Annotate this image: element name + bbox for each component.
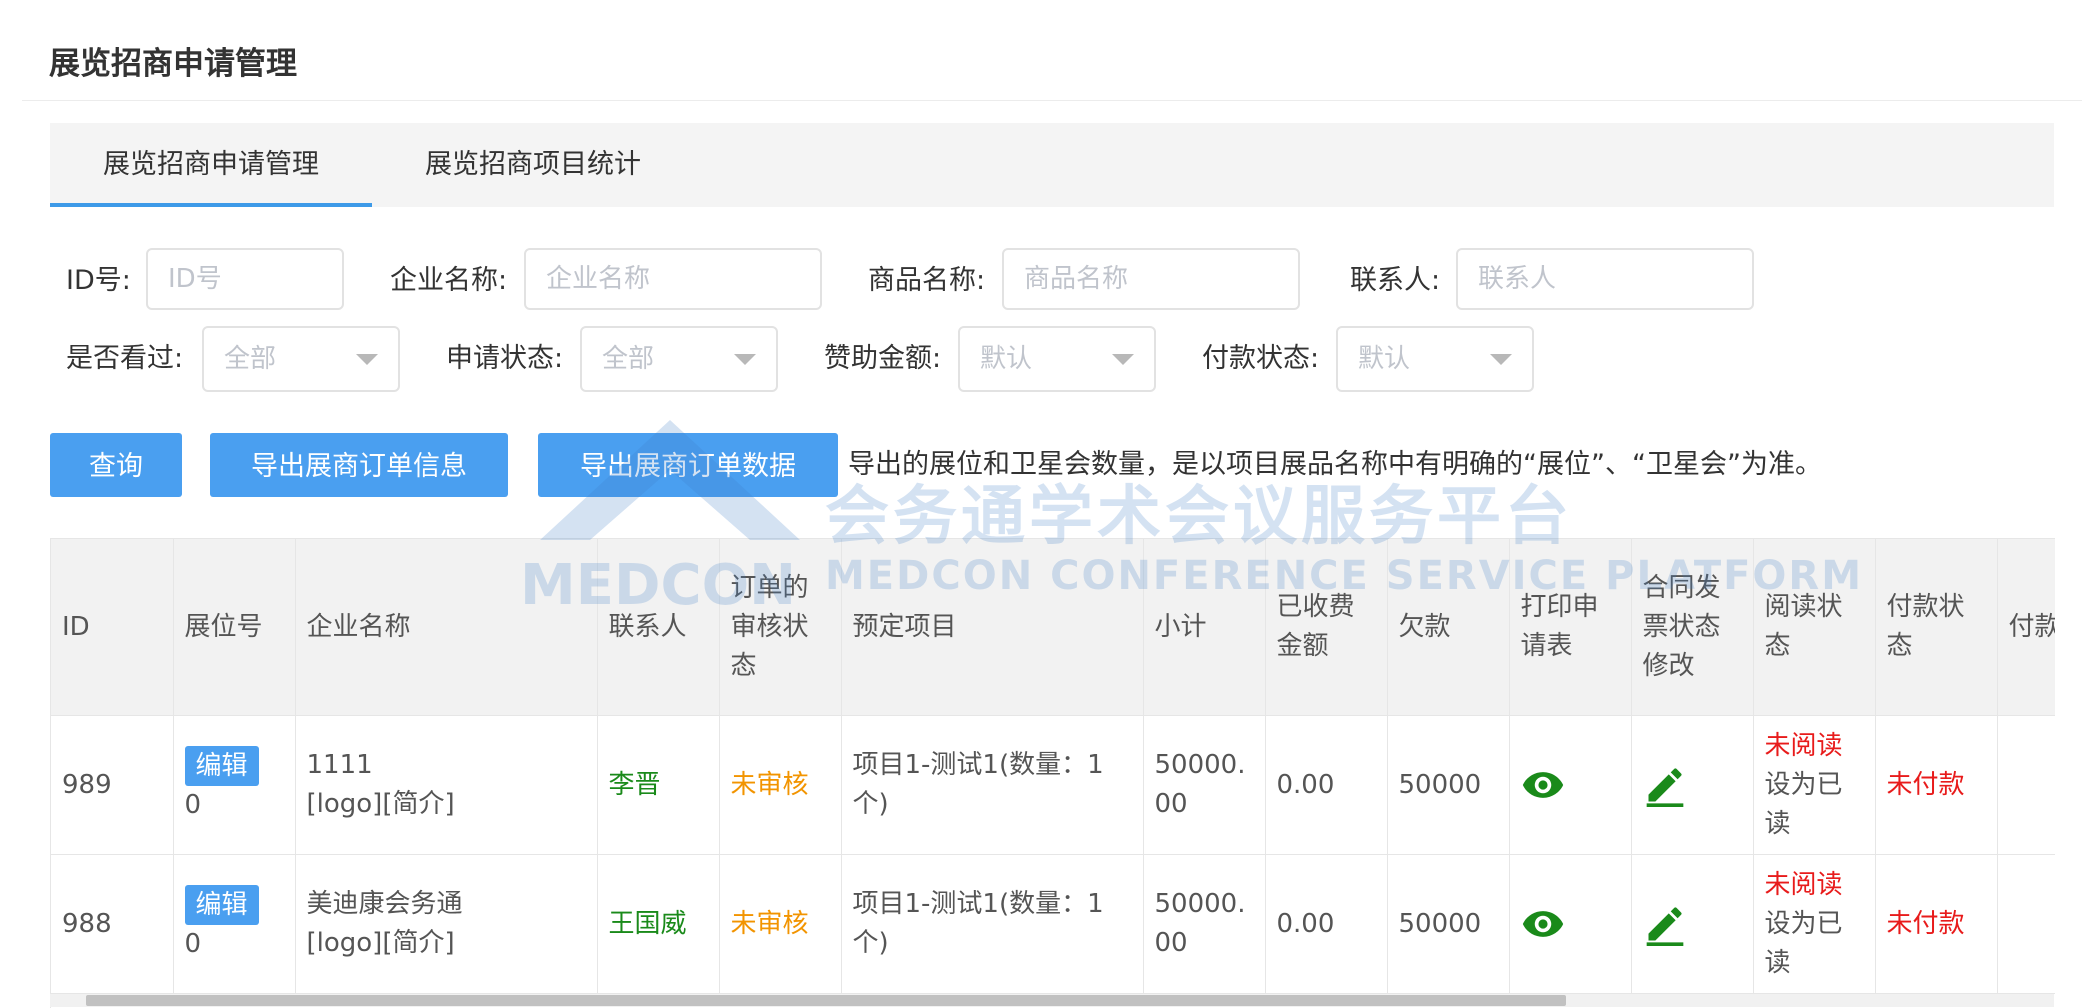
cell-contact: 李晋 <box>597 715 720 855</box>
chevron-down-icon <box>356 354 378 365</box>
edit-button[interactable]: 编辑 <box>184 884 259 925</box>
cell-contact: 王国威 <box>597 854 720 994</box>
eye-icon[interactable] <box>1521 902 1565 946</box>
edit-button[interactable]: 编辑 <box>184 745 259 786</box>
company-label: 企业名称: <box>390 265 508 296</box>
set-read-link[interactable]: 设为已读 <box>1765 909 1843 978</box>
cell-id: 989 <box>51 715 174 855</box>
col-header-paid: 已收费金额 <box>1265 539 1388 716</box>
cell-booth: 编辑 0 <box>173 715 296 855</box>
cell-pay-time <box>1997 854 2055 994</box>
company-links[interactable]: [logo][简介] <box>307 789 455 819</box>
pay-status-select[interactable]: 默认 <box>1336 326 1534 392</box>
cell-contract <box>1631 715 1754 855</box>
cell-company: 美迪康会务通 [logo][简介] <box>295 854 598 994</box>
export-order-data-button[interactable]: 导出展商订单数据 <box>538 433 838 497</box>
table-header-row: ID 展位号 企业名称 联系人 订单的审核状态 预定项目 小计 已收费金额 欠款… <box>51 539 2055 716</box>
applications-table: ID 展位号 企业名称 联系人 订单的审核状态 预定项目 小计 已收费金额 欠款… <box>50 538 2055 1008</box>
col-header-read-status: 阅读状态 <box>1753 539 1876 716</box>
read-status-text: 未阅读 <box>1764 869 1843 900</box>
page-header: 展览招商申请管理 <box>22 0 2082 101</box>
scrollbar-thumb[interactable] <box>86 995 1566 1006</box>
cell-pay-status: 未付款 <box>1875 854 1998 994</box>
cell-pay-status: 未付款 <box>1875 715 1998 855</box>
contact-input[interactable] <box>1456 248 1754 310</box>
chevron-down-icon <box>1112 354 1134 365</box>
export-order-info-button[interactable]: 导出展商订单信息 <box>210 433 508 497</box>
cell-read-status: 未阅读 设为已读 <box>1753 715 1876 855</box>
cell-subtotal: 50000.00 <box>1143 854 1266 994</box>
tab-bar: 展览招商申请管理 展览招商项目统计 <box>50 123 2054 207</box>
company-links[interactable]: [logo][简介] <box>307 928 455 958</box>
col-header-project: 预定项目 <box>841 539 1144 716</box>
cell-project: 项目1-测试1(数量：1个) <box>841 854 1144 994</box>
page-title: 展览招商申请管理 <box>49 46 297 82</box>
cell-company: 1111 [logo][简介] <box>295 715 598 855</box>
pay-status-select-value: 默认 <box>1358 344 1411 374</box>
company-input[interactable] <box>524 248 822 310</box>
cell-print <box>1509 715 1632 855</box>
col-header-contact: 联系人 <box>597 539 720 716</box>
cell-debt: 50000 <box>1387 854 1510 994</box>
cell-contract <box>1631 854 1754 994</box>
col-header-pay-status: 付款状态 <box>1875 539 1998 716</box>
set-read-link[interactable]: 设为已读 <box>1765 770 1843 839</box>
sponsor-amount-label: 赞助金额: <box>824 343 942 374</box>
company-name: 1111 <box>306 750 373 780</box>
chevron-down-icon <box>1490 354 1512 365</box>
id-input[interactable] <box>146 248 344 310</box>
apply-status-select[interactable]: 全部 <box>580 326 778 392</box>
id-label: ID号: <box>66 265 131 296</box>
booth-number: 0 <box>184 928 202 959</box>
cell-debt: 50000 <box>1387 715 1510 855</box>
col-header-contract: 合同发票状态修改 <box>1631 539 1754 716</box>
edit-pencil-icon[interactable] <box>1643 763 1687 807</box>
query-button[interactable]: 查询 <box>50 433 182 497</box>
sponsor-amount-select-value: 默认 <box>980 344 1033 374</box>
company-name: 美迪康会务通 <box>306 889 463 919</box>
col-header-company: 企业名称 <box>295 539 598 716</box>
col-header-print: 打印申请表 <box>1509 539 1632 716</box>
product-label: 商品名称: <box>868 265 986 296</box>
cell-audit-status: 未审核 <box>719 854 842 994</box>
cell-print <box>1509 854 1632 994</box>
cell-audit-status: 未审核 <box>719 715 842 855</box>
read-status-text: 未阅读 <box>1764 730 1843 761</box>
edit-pencil-icon[interactable] <box>1643 902 1687 946</box>
pay-status-label: 付款状态: <box>1202 343 1320 374</box>
cell-read-status: 未阅读 设为已读 <box>1753 854 1876 994</box>
cell-pay-time <box>1997 715 2055 855</box>
sponsor-amount-select[interactable]: 默认 <box>958 326 1156 392</box>
col-header-debt: 欠款 <box>1387 539 1510 716</box>
table-row: 988 编辑 0 美迪康会务通 [logo][简介] 王国威 未审核 项目1-测… <box>51 854 2055 994</box>
col-header-booth: 展位号 <box>173 539 296 716</box>
chevron-down-icon <box>734 354 756 365</box>
col-header-audit-status: 订单的审核状态 <box>719 539 842 716</box>
table-row: 989 编辑 0 1111 [logo][简介] 李晋 未审核 项目1-测试1(… <box>51 715 2055 855</box>
viewed-label: 是否看过: <box>66 343 184 374</box>
booth-number: 0 <box>184 789 202 820</box>
col-header-pay-time: 付款时间 <box>1997 539 2055 716</box>
apply-status-select-value: 全部 <box>602 344 655 374</box>
contact-label: 联系人: <box>1350 265 1441 296</box>
export-note: 导出的展位和卫星会数量，是以项目展品名称中有明确的“展位”、“卫星会”为准。 <box>848 449 1822 480</box>
apply-status-label: 申请状态: <box>446 343 564 374</box>
cell-project: 项目1-测试1(数量：1个) <box>841 715 1144 855</box>
tab-apply-management[interactable]: 展览招商申请管理 <box>50 123 372 207</box>
cell-id: 988 <box>51 854 174 994</box>
eye-icon[interactable] <box>1521 763 1565 807</box>
cell-paid: 0.00 <box>1265 715 1388 855</box>
product-input[interactable] <box>1002 248 1300 310</box>
cell-booth: 编辑 0 <box>173 854 296 994</box>
col-header-subtotal: 小计 <box>1143 539 1266 716</box>
viewed-select-value: 全部 <box>224 344 277 374</box>
viewed-select[interactable]: 全部 <box>202 326 400 392</box>
tab-project-statistics[interactable]: 展览招商项目统计 <box>372 123 694 207</box>
cell-paid: 0.00 <box>1265 854 1388 994</box>
cell-subtotal: 50000.00 <box>1143 715 1266 855</box>
col-header-id: ID <box>51 539 174 716</box>
horizontal-scrollbar[interactable] <box>50 994 2054 1007</box>
